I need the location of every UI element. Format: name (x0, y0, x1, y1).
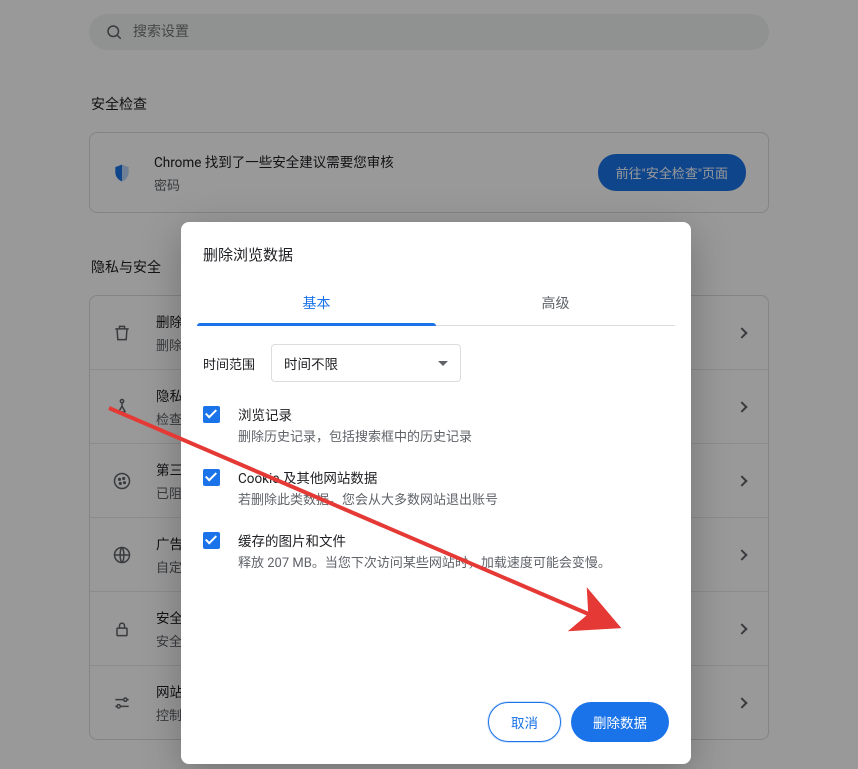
checkbox-cached-files[interactable] (203, 532, 220, 549)
time-range-label: 时间范围 (203, 354, 255, 373)
tab-advanced[interactable]: 高级 (436, 281, 675, 325)
check-sub: 若删除此类数据，您会从大多数网站退出账号 (238, 492, 498, 510)
dialog-tabs: 基本 高级 (197, 281, 675, 326)
caret-down-icon (438, 361, 448, 366)
check-title: 缓存的图片和文件 (238, 530, 611, 550)
check-cookies: Cookie 及其他网站数据 若删除此类数据，您会从大多数网站退出账号 (203, 467, 669, 510)
checkbox-cookies[interactable] (203, 469, 220, 486)
delete-data-button[interactable]: 删除数据 (571, 702, 669, 742)
checkbox-browsing-history[interactable] (203, 406, 220, 423)
check-title: 浏览记录 (238, 404, 472, 424)
check-sub: 删除历史记录，包括搜索框中的历史记录 (238, 429, 472, 447)
cancel-button[interactable]: 取消 (488, 702, 561, 742)
tab-basic[interactable]: 基本 (197, 281, 436, 325)
dialog-title: 删除浏览数据 (181, 222, 691, 281)
check-cached-files: 缓存的图片和文件 释放 207 MB。当您下次访问某些网站时，加载速度可能会变慢… (203, 530, 669, 573)
time-range-select[interactable]: 时间不限 (271, 344, 461, 382)
check-title: Cookie 及其他网站数据 (238, 467, 498, 487)
time-range-value: 时间不限 (284, 353, 338, 373)
clear-browsing-data-dialog: 删除浏览数据 基本 高级 时间范围 时间不限 浏览记录 删除历史记录，包括搜索框… (181, 222, 691, 764)
check-sub: 释放 207 MB。当您下次访问某些网站时，加载速度可能会变慢。 (238, 555, 611, 573)
check-browsing-history: 浏览记录 删除历史记录，包括搜索框中的历史记录 (203, 404, 669, 447)
